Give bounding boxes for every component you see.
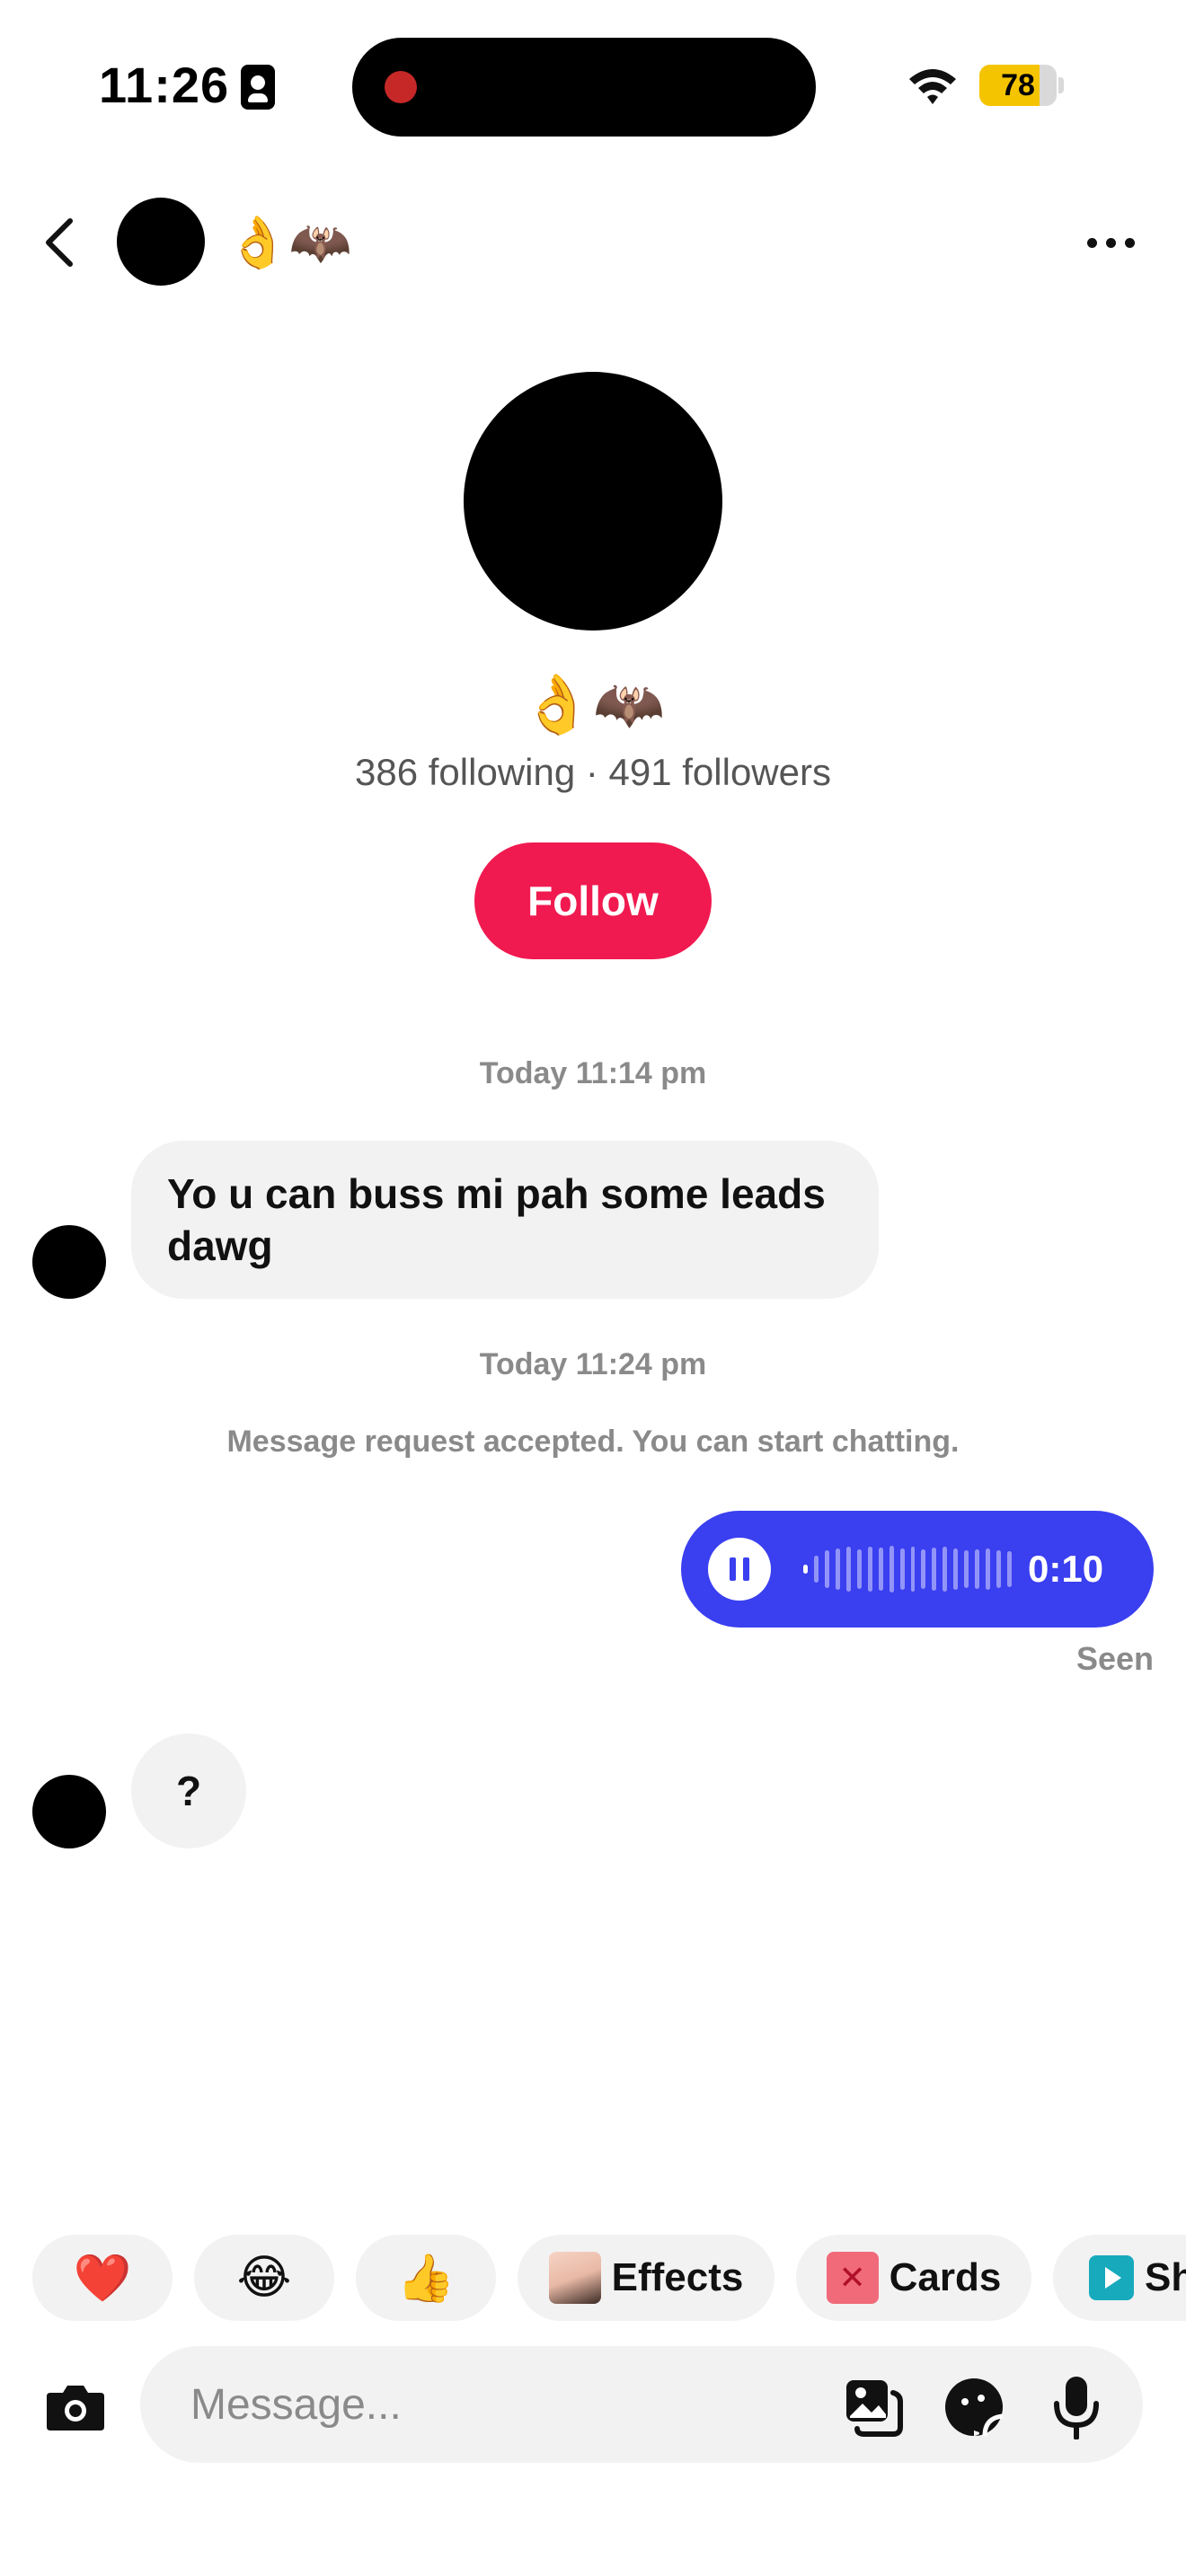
waveform-bar: [899, 1548, 905, 1590]
voice-duration: 0:10: [1028, 1548, 1104, 1590]
voice-waveform[interactable]: [803, 1545, 1013, 1593]
waveform-bar: [975, 1549, 980, 1589]
profile-name: 👌🦇: [521, 672, 665, 737]
waveform-bar: [910, 1547, 916, 1592]
thumbs-up-icon: 👍: [396, 2252, 456, 2305]
waveform-bar: [878, 1548, 883, 1591]
dynamic-island: [352, 38, 816, 137]
message-composer: [0, 2335, 1186, 2479]
waveform-bar: [943, 1547, 948, 1592]
waveform-bar: [996, 1550, 1002, 1588]
effects-button[interactable]: Effects: [518, 2235, 774, 2321]
effects-thumbnail-icon: [548, 2252, 601, 2304]
status-bar: 11:26 78: [0, 0, 1186, 171]
wifi-icon: [909, 69, 956, 104]
waveform-bar: [986, 1548, 991, 1590]
profile-avatar[interactable]: [464, 372, 722, 631]
sender-avatar[interactable]: [32, 1775, 106, 1848]
waveform-bar: [813, 1556, 819, 1583]
waveform-bar: [856, 1549, 862, 1589]
recording-dot-icon: [385, 71, 417, 103]
pause-button[interactable]: [708, 1538, 771, 1601]
seen-indicator: Seen: [1075, 1640, 1154, 1677]
voice-message-bubble[interactable]: 0:10: [681, 1511, 1154, 1628]
cards-button[interactable]: Cards: [796, 2235, 1031, 2321]
waveform-bar: [889, 1546, 894, 1592]
pause-icon: [730, 1557, 736, 1581]
system-message: Message request accepted. You can start …: [226, 1425, 960, 1459]
back-button[interactable]: [32, 207, 86, 278]
incoming-message-bubble[interactable]: ?: [131, 1734, 246, 1848]
status-time: 11:26: [99, 57, 230, 113]
follow-button[interactable]: Follow: [474, 842, 712, 959]
profile-stats: 386 following · 491 followers: [355, 751, 831, 793]
share-button[interactable]: Sh: [1053, 2235, 1186, 2321]
laughing-face-icon: 😂: [236, 2252, 292, 2304]
microphone-icon: [1054, 2377, 1099, 2439]
gallery-icon: [846, 2380, 903, 2437]
waveform-bar: [1007, 1551, 1013, 1587]
sticker-icon: [945, 2378, 1004, 2437]
battery-level: 78: [1001, 68, 1035, 102]
waveform-bar: [953, 1548, 959, 1590]
more-options-button[interactable]: [1075, 216, 1146, 269]
more-dots-icon: [1086, 237, 1097, 248]
contact-card-icon: [241, 65, 275, 110]
waveform-bar: [964, 1550, 969, 1588]
play-icon: [1089, 2255, 1134, 2300]
header-avatar[interactable]: [117, 198, 205, 286]
waveform-bar: [921, 1549, 926, 1589]
effects-label: Effects: [611, 2255, 744, 2299]
reaction-laugh-button[interactable]: 😂: [194, 2235, 334, 2321]
gallery-button[interactable]: [841, 2375, 906, 2439]
reaction-heart-button[interactable]: ❤️: [32, 2235, 173, 2321]
waveform-bar: [932, 1548, 937, 1591]
incoming-message-bubble[interactable]: Yo u can buss mi pah some leads dawg: [131, 1141, 879, 1299]
waveform-bar: [845, 1547, 851, 1592]
timestamp: Today 11:24 pm: [479, 1347, 707, 1381]
share-label: Sh: [1145, 2255, 1186, 2299]
reaction-thumbs-up-button[interactable]: 👍: [356, 2235, 496, 2321]
waveform-bar: [867, 1547, 872, 1592]
waveform-bar: [824, 1550, 829, 1588]
header-username[interactable]: 👌🦇: [226, 214, 351, 271]
camera-button[interactable]: [40, 2371, 111, 2443]
back-arrow-icon: [46, 218, 73, 267]
cards-ribbon-icon: [826, 2252, 879, 2304]
microphone-button[interactable]: [1044, 2375, 1109, 2439]
chat-header: 👌🦇: [0, 180, 1186, 305]
waveform-bar: [803, 1565, 808, 1574]
camera-icon: [47, 2386, 104, 2430]
timestamp: Today 11:14 pm: [479, 1056, 707, 1090]
battery-indicator: 78: [979, 65, 1064, 106]
sticker-button[interactable]: [942, 2375, 1006, 2439]
waveform-bar: [835, 1548, 840, 1590]
heart-icon: ❤️: [73, 2252, 132, 2305]
quick-actions-bar: ❤️ 😂 👍 Effects Cards Sh: [0, 2235, 1186, 2325]
cards-label: Cards: [889, 2255, 1002, 2299]
sender-avatar[interactable]: [32, 1225, 106, 1299]
